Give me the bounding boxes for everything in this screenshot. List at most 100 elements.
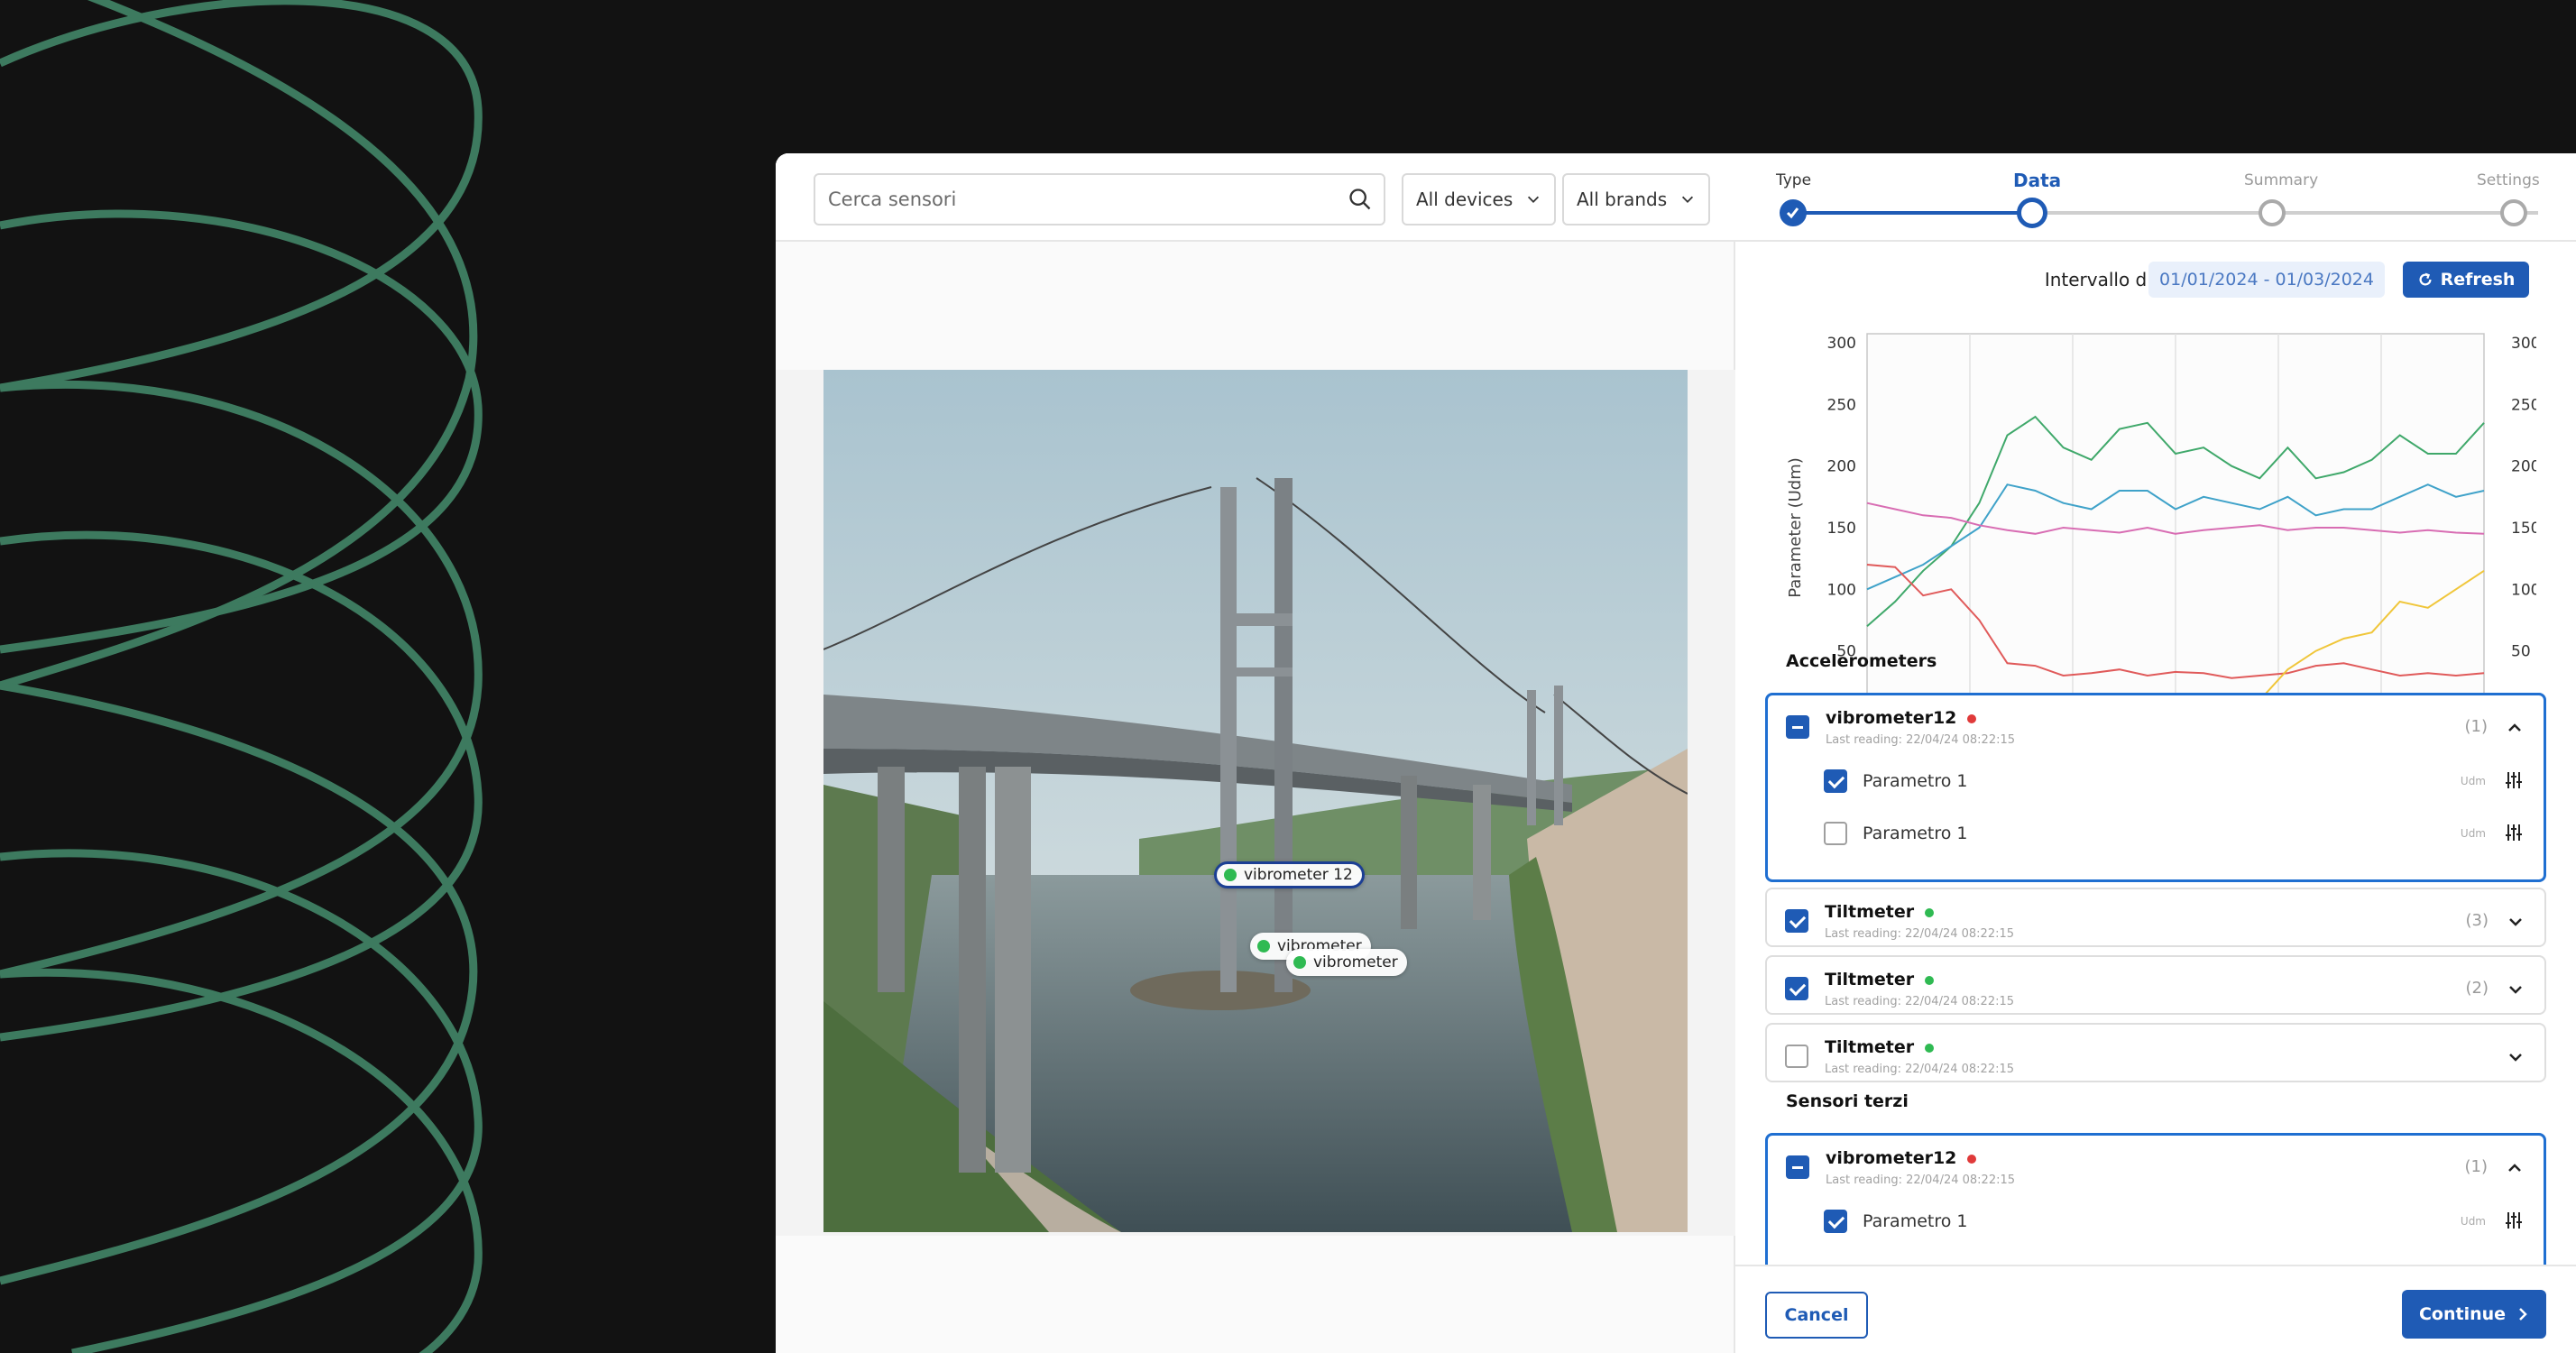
device-checkbox[interactable] (1785, 1045, 1808, 1068)
y-tick-label-left: 250 (1827, 396, 1856, 414)
step-connector (2033, 211, 2538, 215)
sensor-marker[interactable]: vibrometer (1286, 949, 1407, 976)
status-dot (1925, 907, 1935, 917)
step-indicator-settings[interactable] (2500, 199, 2527, 226)
brands-dropdown[interactable]: All brands (1562, 173, 1711, 226)
parameter-name: Parametro 1 (1863, 824, 1968, 843)
chevron-down-icon (1528, 196, 1540, 203)
background-curves (0, 0, 483, 1353)
param-count: (2) (2465, 979, 2489, 998)
sensor-marker-label: vibrometer 12 (1244, 866, 1353, 884)
step-indicator-summary[interactable] (2259, 199, 2286, 226)
step-label-type: Type (1776, 171, 1812, 189)
map-panel: All devices All brands (776, 153, 1735, 1353)
last-reading: Last reading: 22/04/24 08:22:15 (1826, 1174, 2016, 1187)
search-icon[interactable] (1348, 187, 1373, 212)
y-tick-label-left: 150 (1827, 520, 1856, 538)
search-input[interactable] (815, 175, 1320, 224)
device-card[interactable]: vibrometer12 Last reading: 22/04/24 08:22… (1765, 1133, 2546, 1277)
step-label-data: Data (2013, 170, 2062, 191)
status-dot (1293, 956, 1306, 969)
stepper: Type Data Summary Settings (1735, 153, 2576, 242)
parameter-checkbox[interactable] (1824, 769, 1847, 793)
parameter-name: Parametro 1 (1863, 1211, 1968, 1231)
section-title-accelerometers: Accelerometers (1786, 651, 1937, 671)
refresh-label: Refresh (2440, 270, 2516, 290)
device-card[interactable]: Tiltmeter Last reading: 22/04/24 08:22:15… (1765, 955, 2546, 1015)
check-icon (1786, 207, 1799, 219)
device-name: vibrometer12 (1826, 708, 1977, 728)
chevron-right-icon (2519, 1308, 2527, 1321)
device-card[interactable]: vibrometer12 Last reading: 22/04/24 08:22… (1765, 693, 2546, 882)
app-window: All devices All brands (776, 153, 2576, 1353)
device-checkbox[interactable] (1786, 1155, 1809, 1179)
devices-dropdown-label: All devices (1416, 189, 1513, 210)
brands-dropdown-label: All brands (1577, 189, 1668, 210)
cancel-button[interactable]: Cancel (1765, 1292, 1868, 1339)
image-area: vibrometer 12 vibrometer vibrometer (776, 370, 1735, 1236)
device-card[interactable]: Tiltmeter Last reading: 22/04/24 08:22:15… (1765, 888, 2546, 947)
device-name: vibrometer12 (1826, 1148, 1977, 1168)
filter-toolbar: All devices All brands (776, 153, 1735, 242)
y-tick-label-left: 100 (1827, 581, 1856, 599)
chevron-down-icon[interactable] (2507, 980, 2525, 999)
last-reading: Last reading: 22/04/24 08:22:15 (1826, 733, 2016, 747)
device-name: Tiltmeter (1825, 1037, 1935, 1057)
chevron-down-icon[interactable] (2507, 913, 2525, 931)
last-reading: Last reading: 22/04/24 08:22:15 (1825, 1063, 2015, 1076)
parameter-udm: Udm (2460, 1215, 2486, 1228)
chevron-down-icon[interactable] (2507, 1048, 2525, 1066)
section-title-third-party: Sensori terzi (1786, 1091, 1909, 1111)
sliders-icon[interactable] (2504, 770, 2524, 790)
continue-button[interactable]: Continue (2402, 1290, 2546, 1339)
continue-label: Continue (2418, 1304, 2507, 1324)
step-connector (1793, 211, 2031, 215)
search-box (814, 173, 1385, 226)
config-panel: Type Data Summary Settings Intervallo di… (1735, 153, 2576, 1353)
chevron-up-icon[interactable] (2506, 719, 2524, 737)
status-dot (1967, 1154, 1977, 1164)
param-count: (1) (2464, 1157, 2489, 1176)
date-range-row: Intervallo di date: 01/01/2024 - 01/03/2… (1735, 260, 2576, 299)
bridge-photo[interactable] (823, 370, 1688, 1232)
param-count: (1) (2464, 717, 2489, 736)
y-tick-label-left: 300 (1827, 335, 1856, 353)
chevron-down-icon (1682, 196, 1694, 203)
y-tick-label-right: 250 (2511, 396, 2536, 414)
sensor-marker[interactable]: vibrometer 12 (1214, 861, 1365, 888)
device-name: Tiltmeter (1825, 970, 1935, 989)
chevron-up-icon[interactable] (2506, 1159, 2524, 1177)
status-dot (1967, 713, 1977, 723)
device-checkbox[interactable] (1785, 977, 1808, 1000)
last-reading: Last reading: 22/04/24 08:22:15 (1825, 995, 2015, 1008)
parameter-checkbox[interactable] (1824, 822, 1847, 845)
last-reading: Last reading: 22/04/24 08:22:15 (1825, 927, 2015, 941)
date-range-picker[interactable]: 01/01/2024 - 01/03/2024 (2148, 262, 2385, 298)
status-dot (1257, 940, 1270, 953)
device-checkbox[interactable] (1786, 715, 1809, 739)
device-card[interactable]: Tiltmeter Last reading: 22/04/24 08:22:15 (1765, 1023, 2546, 1082)
y-tick-label-right: 100 (2511, 581, 2536, 599)
status-dot (1925, 975, 1935, 985)
sliders-icon[interactable] (2504, 1210, 2524, 1230)
y-axis-label-left: Parameter (Udm) (1786, 457, 1805, 598)
parameter-checkbox[interactable] (1824, 1210, 1847, 1233)
refresh-button[interactable]: Refresh (2403, 262, 2529, 298)
device-name: Tiltmeter (1825, 902, 1935, 922)
step-indicator-data[interactable] (2017, 198, 2047, 228)
parameter-udm: Udm (2460, 827, 2486, 840)
y-tick-label-left: 200 (1827, 458, 1856, 476)
refresh-icon (2419, 272, 2432, 286)
step-indicator-type[interactable] (1780, 199, 1807, 226)
sliders-icon[interactable] (2504, 823, 2524, 842)
param-count: (3) (2465, 911, 2489, 930)
device-checkbox[interactable] (1785, 909, 1808, 933)
cancel-label: Cancel (1784, 1305, 1849, 1325)
sensor-marker-label: vibrometer (1313, 953, 1398, 971)
status-dot (1224, 869, 1237, 881)
y-tick-label-right: 300 (2511, 335, 2536, 353)
parameter-name: Parametro 1 (1863, 771, 1968, 791)
devices-dropdown[interactable]: All devices (1402, 173, 1557, 226)
step-label-settings: Settings (2477, 171, 2540, 189)
parameter-udm: Udm (2460, 775, 2486, 787)
